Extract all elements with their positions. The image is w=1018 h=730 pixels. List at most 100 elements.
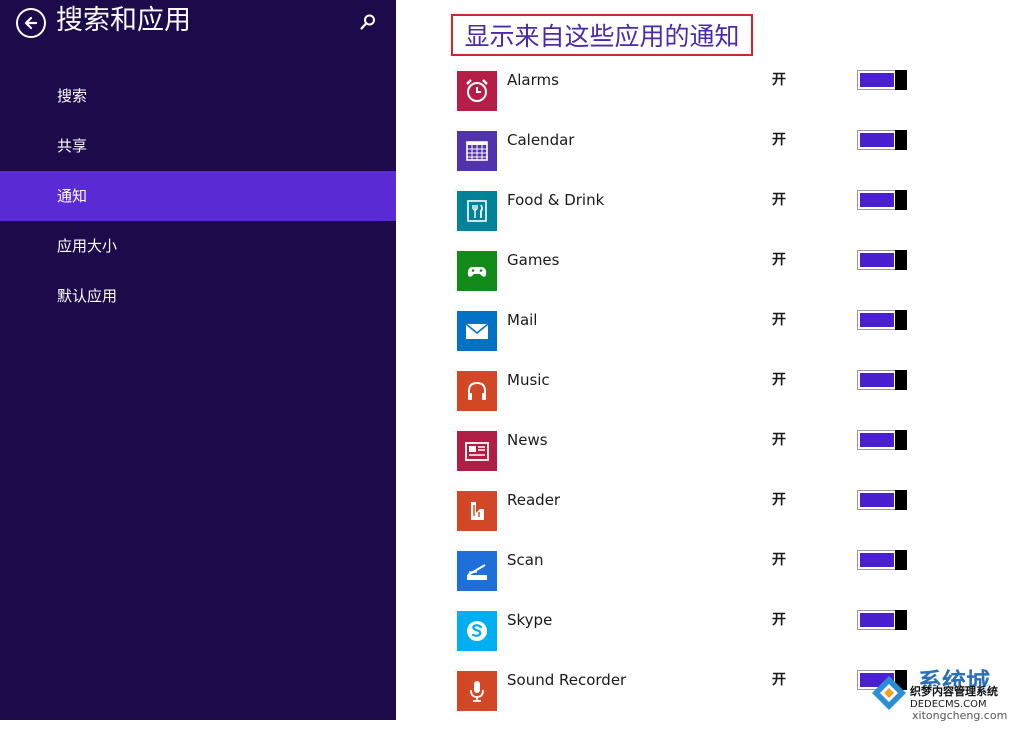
headphones-icon <box>463 377 491 405</box>
toggle-thumb[interactable] <box>895 130 907 150</box>
watermark-logo-icon <box>866 674 912 718</box>
envelope-icon <box>463 317 491 345</box>
app-row-alarms: Alarms 开 <box>396 70 1018 130</box>
app-tile-reader <box>457 491 497 531</box>
app-row-skype: Skype 开 <box>396 610 1018 670</box>
reader-book-icon <box>463 497 491 525</box>
sidebar-nav: 搜索 共享 通知 应用大小 默认应用 <box>0 71 396 321</box>
app-tile-calendar <box>457 131 497 171</box>
toggle-state-label: 开 <box>772 492 786 508</box>
skype-icon <box>463 617 491 645</box>
toggle-switch-music[interactable] <box>857 370 907 390</box>
toggle-thumb[interactable] <box>895 190 907 210</box>
toggle-switch-calendar[interactable] <box>857 130 907 150</box>
toggle-state-label: 开 <box>772 192 786 208</box>
toggle-switch-games[interactable] <box>857 250 907 270</box>
app-tile-food-drink <box>457 191 497 231</box>
toggle-switch-food-drink[interactable] <box>857 190 907 210</box>
app-name: Reader <box>507 491 561 509</box>
watermark-subtitle: 织梦内容管理系统 <box>908 685 1000 698</box>
toggle-thumb[interactable] <box>895 70 907 90</box>
toggle-fill <box>860 373 894 387</box>
app-tile-sound-recorder <box>457 671 497 711</box>
toggle-state-label: 开 <box>772 372 786 388</box>
toggle-fill <box>860 73 894 87</box>
toggle-fill <box>860 313 894 327</box>
app-tile-games <box>457 251 497 291</box>
toggle-thumb[interactable] <box>895 490 907 510</box>
sidebar-item-defaults[interactable]: 默认应用 <box>0 271 396 321</box>
toggle-state-label: 开 <box>772 72 786 88</box>
toggle-state-label: 开 <box>772 672 786 688</box>
alarm-clock-icon <box>463 77 491 105</box>
toggle-switch-scan[interactable] <box>857 550 907 570</box>
sidebar-item-app-sizes[interactable]: 应用大小 <box>0 221 396 271</box>
toggle-fill <box>860 253 894 267</box>
game-controller-icon <box>463 257 491 285</box>
toggle-fill <box>860 493 894 507</box>
app-tile-alarms <box>457 71 497 111</box>
back-button[interactable] <box>16 8 46 38</box>
toggle-fill <box>860 553 894 567</box>
toggle-thumb[interactable] <box>895 310 907 330</box>
app-tile-news <box>457 431 497 471</box>
toggle-thumb[interactable] <box>895 430 907 450</box>
toggle-fill <box>860 433 894 447</box>
toggle-state-label: 开 <box>772 252 786 268</box>
app-row-music: Music 开 <box>396 370 1018 430</box>
app-name: Mail <box>507 311 538 329</box>
section-title: 显示来自这些应用的通知 <box>451 14 753 56</box>
app-tile-mail <box>457 311 497 351</box>
newspaper-icon <box>463 437 491 465</box>
app-tile-scan <box>457 551 497 591</box>
app-name: Games <box>507 251 560 269</box>
watermark: 系统城 织梦内容管理系统 DEDECMS.COM xitongcheng.com <box>866 664 1018 722</box>
toggle-switch-news[interactable] <box>857 430 907 450</box>
toggle-fill <box>860 613 894 627</box>
toggle-state-label: 开 <box>772 132 786 148</box>
app-row-food-drink: Food & Drink 开 <box>396 190 1018 250</box>
toggle-switch-reader[interactable] <box>857 490 907 510</box>
toggle-thumb[interactable] <box>895 550 907 570</box>
watermark-url: xitongcheng.com <box>912 709 1008 722</box>
toggle-switch-alarms[interactable] <box>857 70 907 90</box>
toggle-state-label: 开 <box>772 612 786 628</box>
page-title: 搜索和应用 <box>56 5 191 36</box>
toggle-thumb[interactable] <box>895 250 907 270</box>
calendar-grid-icon <box>463 137 491 165</box>
scanner-icon <box>463 557 491 585</box>
sidebar-item-search[interactable]: 搜索 <box>0 71 396 121</box>
app-row-calendar: Calendar 开 <box>396 130 1018 190</box>
app-notification-list: Alarms 开 Calendar 开 Food & Drink 开 Games… <box>396 70 1018 730</box>
app-row-news: News 开 <box>396 430 1018 490</box>
toggle-fill <box>860 193 894 207</box>
search-icon <box>359 13 377 31</box>
back-arrow-icon <box>23 15 39 31</box>
toggle-thumb[interactable] <box>895 610 907 630</box>
toggle-state-label: 开 <box>772 552 786 568</box>
app-name: News <box>507 431 548 449</box>
microphone-icon <box>463 677 491 705</box>
app-name: Scan <box>507 551 544 569</box>
sidebar-item-share[interactable]: 共享 <box>0 121 396 171</box>
app-row-games: Games 开 <box>396 250 1018 310</box>
toggle-fill <box>860 133 894 147</box>
app-name: Sound Recorder <box>507 671 627 689</box>
sidebar: 搜索和应用 搜索 共享 通知 应用大小 默认应用 <box>0 0 396 720</box>
app-tile-music <box>457 371 497 411</box>
toggle-state-label: 开 <box>772 432 786 448</box>
toggle-switch-mail[interactable] <box>857 310 907 330</box>
toggle-thumb[interactable] <box>895 370 907 390</box>
app-name: Skype <box>507 611 553 629</box>
search-button[interactable] <box>357 11 379 33</box>
content-pane: 显示来自这些应用的通知 Alarms 开 Calendar 开 Food & D… <box>396 0 1018 720</box>
app-tile-skype <box>457 611 497 651</box>
fork-knife-icon <box>463 197 491 225</box>
sidebar-item-notifications[interactable]: 通知 <box>0 171 396 221</box>
app-name: Calendar <box>507 131 575 149</box>
app-name: Food & Drink <box>507 191 605 209</box>
toggle-state-label: 开 <box>772 312 786 328</box>
app-row-reader: Reader 开 <box>396 490 1018 550</box>
app-row-mail: Mail 开 <box>396 310 1018 370</box>
toggle-switch-skype[interactable] <box>857 610 907 630</box>
